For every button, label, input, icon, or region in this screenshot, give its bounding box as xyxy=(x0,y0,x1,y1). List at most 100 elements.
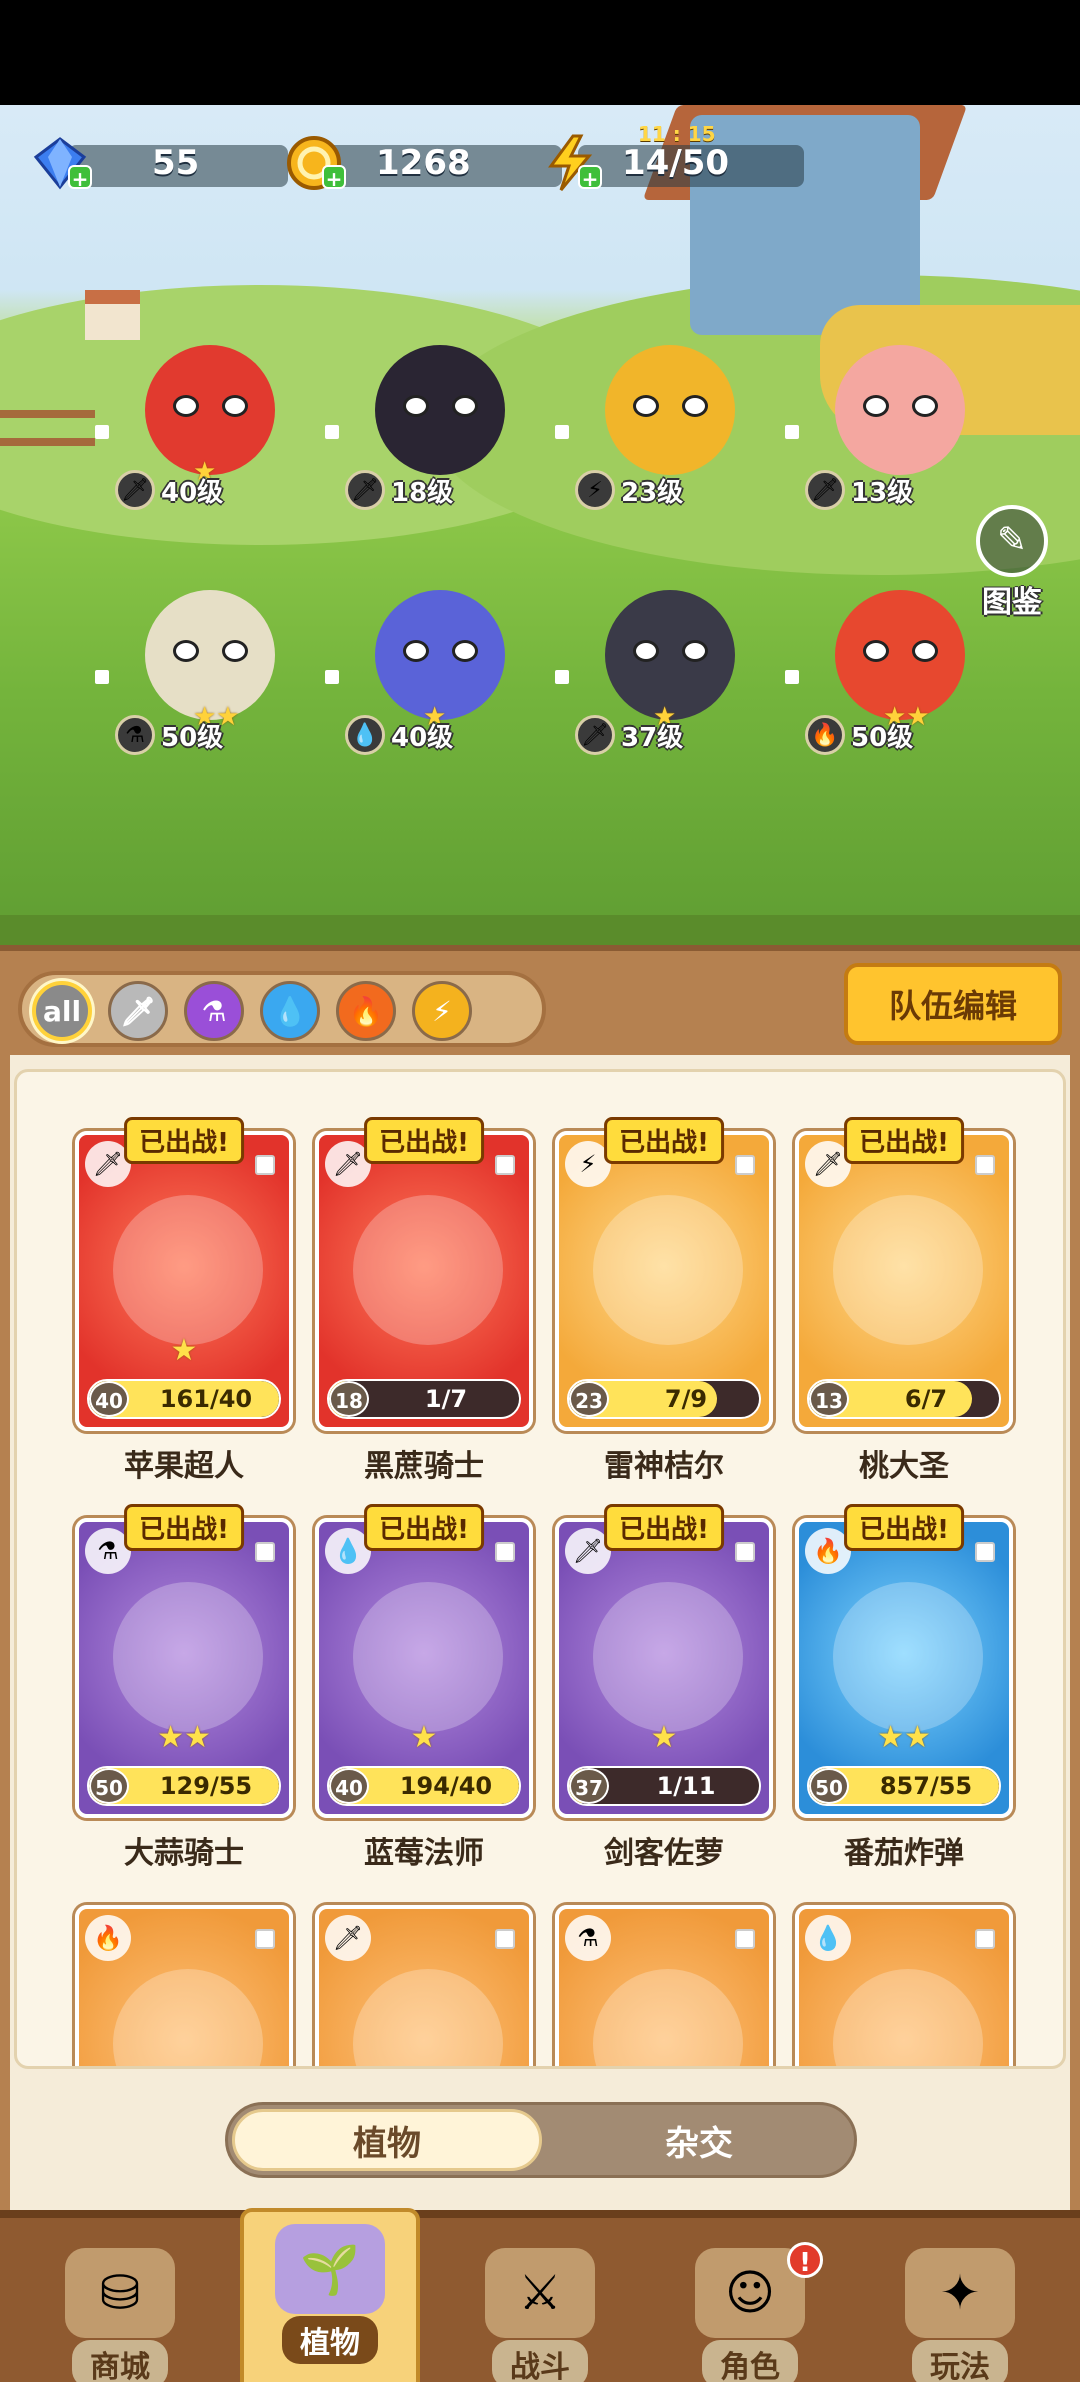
plant-portrait xyxy=(353,1195,503,1345)
plant-card[interactable]: 💧 xyxy=(795,1905,1013,2066)
deployed-badge: 已出战! xyxy=(364,1117,484,1164)
plant-card[interactable]: 🗡 ★ 40 161/40 已出战! 苹果超人 xyxy=(75,1117,293,1485)
select-checkbox[interactable] xyxy=(735,1929,755,1949)
team-member-slot[interactable]: ★★ ⚗ 50级 xyxy=(95,590,295,760)
team-member-slot[interactable]: 🗡 13级 xyxy=(785,345,985,515)
character-eyes xyxy=(863,395,938,419)
plant-portrait xyxy=(353,1969,503,2066)
team-member-slot[interactable]: ★ 🗡 37级 xyxy=(555,590,755,760)
team-member-slot[interactable]: ⚡ 23级 xyxy=(555,345,755,515)
add-energy-button[interactable]: + xyxy=(578,165,602,191)
nav-label: 植物 xyxy=(282,2316,378,2364)
select-checkbox[interactable] xyxy=(975,1929,995,1949)
character-eyes xyxy=(403,640,478,664)
gems-counter[interactable]: + 55 xyxy=(28,135,288,191)
team-member-slot[interactable]: ★★ 🔥 50级 xyxy=(785,590,985,760)
element-filter-bar: all 🗡 ⚗ 💧 🔥 ⚡ xyxy=(18,971,546,1047)
slot-marker xyxy=(555,425,569,439)
filter-all[interactable]: all xyxy=(32,981,92,1041)
filter-potion[interactable]: ⚗ xyxy=(184,981,244,1041)
plant-card[interactable]: 🔥 xyxy=(75,1905,293,2066)
plant-card[interactable]: 🗡 13 6/7 已出战! 桃大圣 xyxy=(795,1117,1013,1485)
nav-shop[interactable]: ⛁ 商城 xyxy=(15,2236,225,2382)
team-edit-button[interactable]: 队伍编辑 xyxy=(844,963,1062,1045)
status-bar xyxy=(0,0,1080,105)
level-text: 37级 xyxy=(621,722,684,753)
shard-progress-bar: 23 7/9 xyxy=(567,1379,761,1419)
plant-card[interactable]: 🗡 18 1/7 已出战! 黑蔗骑士 xyxy=(315,1117,533,1485)
gameplay-icon: ✦ xyxy=(905,2248,1015,2338)
plant-card[interactable]: 🗡 ★ 37 1/11 已出战! 剑客佐萝 xyxy=(555,1504,773,1872)
card-face: 💧 ★ 40 194/40 xyxy=(315,1518,533,1818)
plant-card[interactable]: 💧 ★ 40 194/40 已出战! 蓝莓法师 xyxy=(315,1504,533,1872)
plant-card[interactable]: 🗡 xyxy=(315,1905,533,2066)
team-member-slot[interactable]: ★ 🗡 40级 xyxy=(95,345,295,515)
level-text: 40级 xyxy=(391,722,454,753)
plant-portrait xyxy=(593,1195,743,1345)
select-checkbox[interactable] xyxy=(735,1542,755,1562)
select-checkbox[interactable] xyxy=(495,1155,515,1175)
select-checkbox[interactable] xyxy=(735,1155,755,1175)
nav-plants[interactable]: 🌱 植物 xyxy=(240,2208,420,2382)
level-text: 40级 xyxy=(161,477,224,508)
add-coins-button[interactable]: + xyxy=(322,165,346,191)
filter-strip: all 🗡 ⚗ 💧 🔥 ⚡ 队伍编辑 xyxy=(0,945,1080,1055)
plant-portrait xyxy=(833,1969,983,2066)
plant-card[interactable]: ⚗ xyxy=(555,1905,773,2066)
star-rating: ★★ xyxy=(157,1720,211,1755)
atlas-button[interactable]: ✎ 图鉴 xyxy=(962,505,1062,621)
add-gems-button[interactable]: + xyxy=(68,165,92,191)
shard-progress-text: 857/55 xyxy=(879,1772,973,1800)
potion-icon: ⚗ xyxy=(115,715,155,755)
plant-card[interactable]: ⚗ ★★ 50 129/55 已出战! 大蒜骑士 xyxy=(75,1504,293,1872)
plant-card[interactable]: 🔥 ★★ 50 857/55 已出战! 番茄炸弹 xyxy=(795,1504,1013,1872)
level-tag: 🔥 50级 xyxy=(805,715,913,755)
select-checkbox[interactable] xyxy=(255,1155,275,1175)
select-checkbox[interactable] xyxy=(495,1929,515,1949)
card-level: 37 xyxy=(569,1768,609,1804)
energy-value: 14/50 xyxy=(622,143,730,183)
card-face: 🗡 ★ 40 161/40 xyxy=(75,1131,293,1431)
team-member-slot[interactable]: 🗡 18级 xyxy=(325,345,525,515)
level-tag: 💧 40级 xyxy=(345,715,453,755)
nav-character[interactable]: ☺ 角色! xyxy=(645,2236,855,2382)
shard-progress-bar: 50 857/55 xyxy=(807,1766,1001,1806)
nav-label: 战斗 xyxy=(492,2340,588,2382)
water-drop-icon: 💧 xyxy=(345,715,385,755)
slot-marker xyxy=(785,425,799,439)
plant-name: 大蒜骑士 xyxy=(124,1836,244,1871)
select-checkbox[interactable] xyxy=(255,1542,275,1562)
filter-fire[interactable]: 🔥 xyxy=(336,981,396,1041)
nav-gameplay[interactable]: ✦ 玩法 xyxy=(855,2236,1065,2382)
potion-icon: ⚗ xyxy=(565,1915,611,1961)
card-level: 40 xyxy=(329,1768,369,1804)
shard-progress-text: 1/11 xyxy=(656,1772,716,1800)
plant-card[interactable]: ⚡ 23 7/9 已出战! 雷神桔尔 xyxy=(555,1117,773,1485)
select-checkbox[interactable] xyxy=(975,1155,995,1175)
coins-counter[interactable]: + 1268 xyxy=(282,135,562,191)
filter-lightning[interactable]: ⚡ xyxy=(412,981,472,1041)
energy-counter[interactable]: + 14/50 xyxy=(538,134,804,191)
level-text: 50级 xyxy=(161,722,224,753)
star-rating: ★ xyxy=(410,1720,438,1755)
filter-sword[interactable]: 🗡 xyxy=(108,981,168,1041)
select-checkbox[interactable] xyxy=(255,1929,275,1949)
select-checkbox[interactable] xyxy=(975,1542,995,1562)
segment-hybrid[interactable]: 杂交 xyxy=(546,2109,852,2171)
slot-marker xyxy=(325,425,339,439)
plant-portrait xyxy=(113,1195,263,1345)
level-tag: ⚗ 50级 xyxy=(115,715,223,755)
shard-progress-bar: 40 161/40 xyxy=(87,1379,281,1419)
deployed-badge: 已出战! xyxy=(844,1504,964,1551)
shard-progress-text: 6/7 xyxy=(904,1385,948,1413)
segment-plants[interactable]: 植物 xyxy=(232,2109,542,2171)
select-checkbox[interactable] xyxy=(495,1542,515,1562)
card-grid[interactable]: 🗡 ★ 40 161/40 已出战! 苹果超人 🗡 18 1/7 已出战! 黑蔗骑士 ⚡ 23 7/9 已出… xyxy=(14,1069,1066,2069)
nav-battle[interactable]: ⚔ 战斗 xyxy=(435,2236,645,2382)
character-eyes xyxy=(173,395,248,419)
filter-water[interactable]: 💧 xyxy=(260,981,320,1041)
shard-progress-bar: 13 6/7 xyxy=(807,1379,1001,1419)
sword-icon: 🗡 xyxy=(120,994,156,1028)
plant-hybrid-toggle: 植物 杂交 xyxy=(225,2102,857,2178)
team-member-slot[interactable]: ★ 💧 40级 xyxy=(325,590,525,760)
